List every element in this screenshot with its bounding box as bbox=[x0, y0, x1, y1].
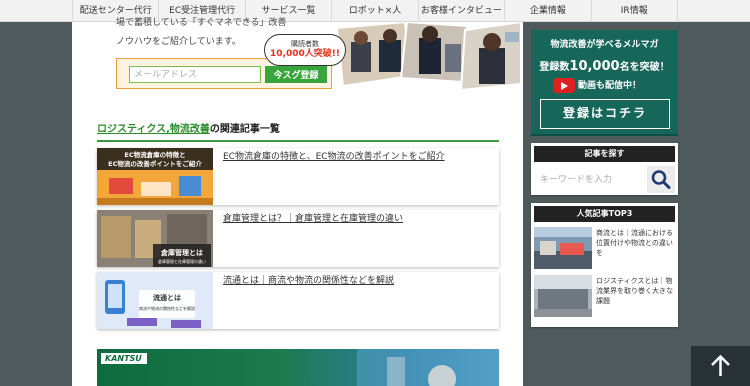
youtube-play-icon bbox=[553, 78, 575, 93]
article-thumbnail: 倉庫管理とは 倉庫管理と在庫管理の違い bbox=[97, 210, 213, 267]
count-suffix: 名を突破！ bbox=[619, 62, 670, 73]
article-card[interactable]: EC物流倉庫の特徴と EC物流の改善ポイントをご紹介 EC物流倉庫の特徴と、EC… bbox=[97, 148, 499, 205]
article-title[interactable]: 倉庫管理とは？｜倉庫管理と在庫管理の違い bbox=[223, 213, 493, 225]
scroll-to-top-button[interactable] bbox=[691, 346, 750, 386]
arrow-up-icon bbox=[711, 354, 730, 376]
subscriber-count-bubble: 購読者数 10,000人突破!! bbox=[264, 34, 346, 66]
popular-article-title[interactable]: ロジスティクスとは｜物流業界を取り巻く大きな課題 bbox=[596, 276, 674, 306]
related-articles-heading: ロジスティクス,物流改善の関連記事一覧 bbox=[97, 122, 499, 142]
intro-line-2: ノウハウをご紹介しています。 bbox=[116, 37, 241, 47]
article-title[interactable]: EC物流倉庫の特徴と、EC物流の改善ポイントをご紹介 bbox=[223, 151, 493, 163]
banner-graphic bbox=[357, 349, 499, 386]
search-widget-heading: 記事を探す bbox=[534, 146, 675, 162]
email-input[interactable] bbox=[129, 66, 261, 83]
thumb-caption-2: 倉庫管理と在庫管理の違い bbox=[158, 258, 206, 264]
staff-photo-image bbox=[335, 20, 522, 92]
thumb-caption-1: EC物流倉庫の特徴と bbox=[124, 150, 185, 159]
popular-widget-heading: 人気記事TOP3 bbox=[534, 206, 675, 222]
intro-line-1: 場で蓄積している「すぐマネできる」改善 bbox=[116, 18, 287, 28]
article-title[interactable]: 流通とは｜商流や物流の関係性などを解説 bbox=[223, 275, 493, 287]
kantsu-banner[interactable]: KANTSU bbox=[97, 349, 499, 386]
nav-item-ir[interactable]: IR情報 bbox=[590, 0, 678, 22]
subscribe-button[interactable]: 今スグ登録 bbox=[265, 66, 327, 83]
popular-article-item[interactable]: ロジスティクスとは｜物流業界を取り巻く大きな課題 bbox=[534, 275, 675, 320]
bubble-count: 10,000人突破!! bbox=[270, 49, 340, 59]
thumb-caption-2: 商流や物流の関係性などを解説 bbox=[139, 305, 195, 311]
search-icon bbox=[651, 170, 671, 189]
popular-article-thumbnail bbox=[534, 227, 592, 269]
article-card[interactable]: 流通とは 商流や物流の関係性などを解説 流通とは｜商流や物流の関係性などを解説 bbox=[97, 272, 499, 329]
popular-article-thumbnail bbox=[534, 275, 592, 317]
register-button[interactable]: 登録はコチラ bbox=[540, 99, 670, 129]
top-navigation: 配送センター代行 EC受注管理代行 サービス一覧 ロボット×人 お客様インタビュ… bbox=[0, 0, 750, 22]
thumb-caption-2: EC物流の改善ポイントをご紹介 bbox=[108, 159, 202, 168]
staff-photo-collage bbox=[327, 20, 522, 94]
thumb-caption-1: 倉庫管理とは bbox=[160, 248, 203, 257]
popular-article-title[interactable]: 商流とは｜流通における位置付けや物流との違いを bbox=[596, 228, 674, 258]
main-content: 場で蓄積している「すぐマネできる」改善 ノウハウをご紹介しています。 今スグ登録… bbox=[72, 18, 523, 386]
heading-rest: の関連記事一覧 bbox=[209, 124, 280, 135]
newsletter-banner-count: 登録数10,000名を突破！ bbox=[531, 58, 678, 74]
count-number: 10,000 bbox=[569, 59, 620, 74]
keyword-search-input[interactable] bbox=[534, 167, 646, 192]
popular-articles-widget: 人気記事TOP3 商流とは｜流通における位置付けや物流との違いを ロジスティクス… bbox=[531, 203, 678, 327]
video-line: 動画も配信中！ bbox=[553, 78, 641, 94]
article-thumbnail: 流通とは 商流や物流の関係性などを解説 bbox=[97, 272, 213, 329]
video-text: 動画も配信中！ bbox=[578, 81, 642, 91]
bubble-label: 購読者数 bbox=[291, 40, 319, 48]
article-thumbnail: EC物流倉庫の特徴と EC物流の改善ポイントをご紹介 bbox=[97, 148, 213, 205]
thumb-caption-1: 流通とは bbox=[153, 293, 181, 302]
nav-item-interview[interactable]: お客様インタビュー bbox=[417, 0, 504, 22]
newsletter-banner-title: 物流改善が学べるメルマガ bbox=[550, 40, 659, 50]
heading-highlight: ロジスティクス,物流改善 bbox=[97, 124, 210, 135]
newsletter-banner[interactable]: 物流改善が学べるメルマガ 登録数10,000名を突破！ 動画も配信中！ 登録はコ… bbox=[531, 30, 678, 136]
search-button[interactable] bbox=[647, 166, 675, 193]
article-card[interactable]: 倉庫管理とは 倉庫管理と在庫管理の違い 倉庫管理とは？｜倉庫管理と在庫管理の違い bbox=[97, 210, 499, 267]
nav-item-company[interactable]: 企業情報 bbox=[504, 0, 590, 22]
popular-article-item[interactable]: 商流とは｜流通における位置付けや物流との違いを bbox=[534, 227, 675, 272]
count-prefix: 登録数 bbox=[539, 62, 570, 73]
nav-item-robot[interactable]: ロボット×人 bbox=[331, 0, 417, 22]
article-search-widget: 記事を探す bbox=[531, 143, 678, 195]
